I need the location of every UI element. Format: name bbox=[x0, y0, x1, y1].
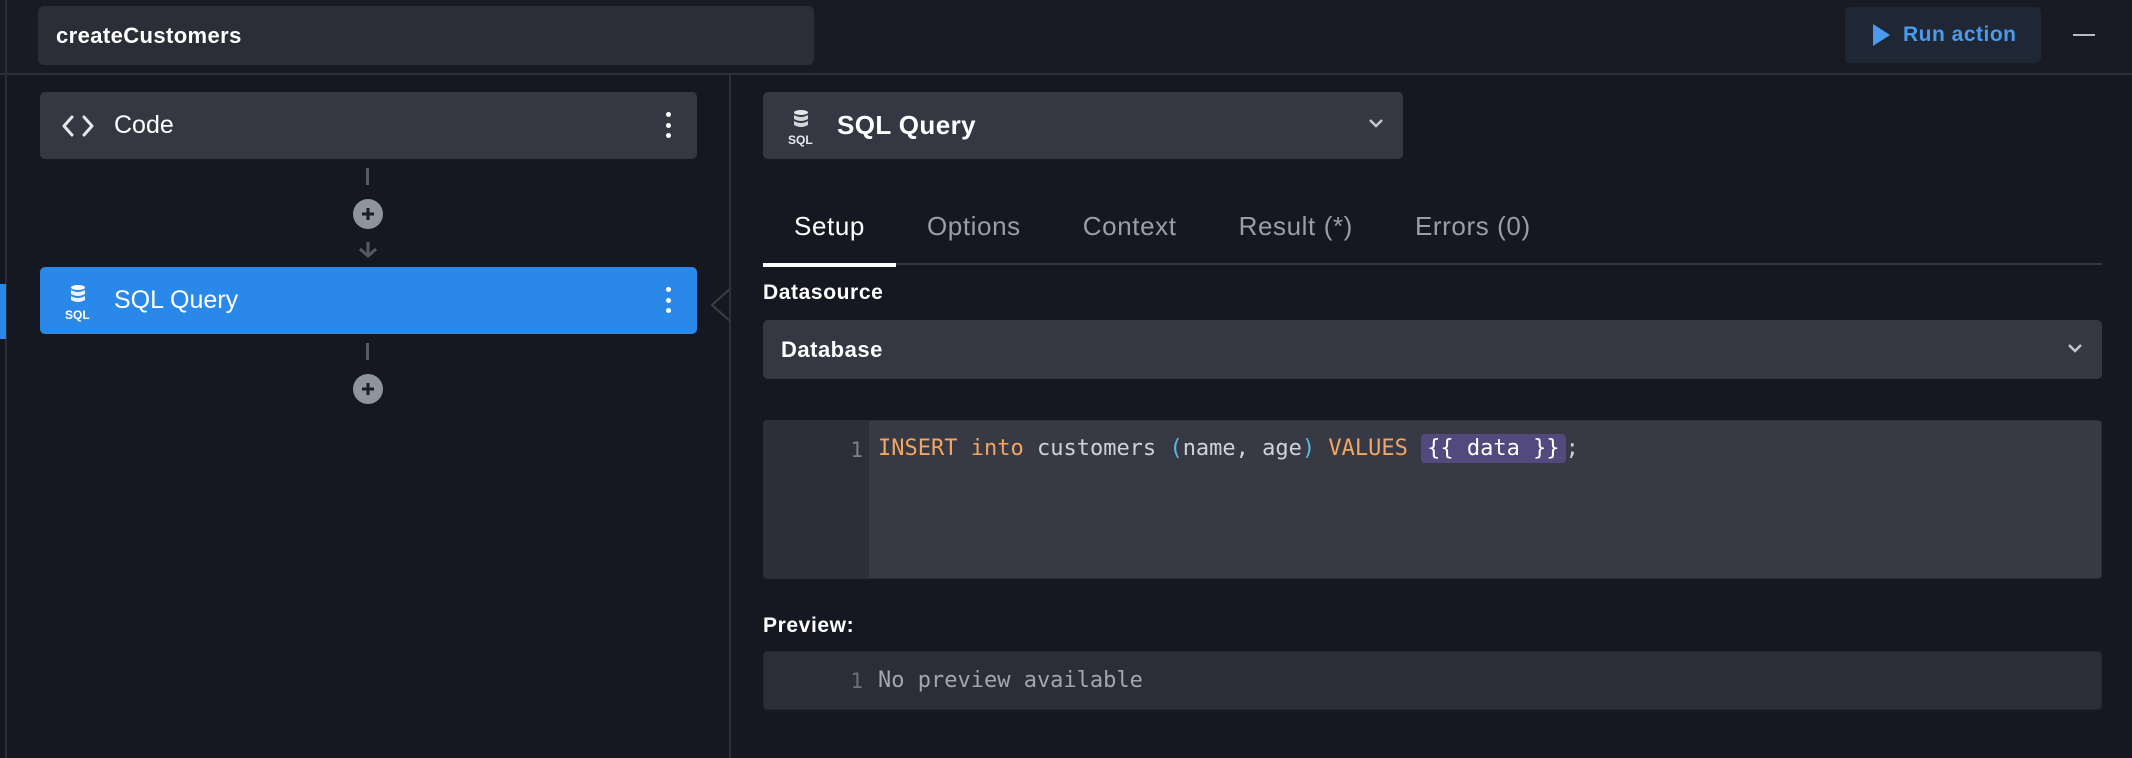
connector-line bbox=[366, 343, 369, 360]
action-name-input[interactable]: createCustomers bbox=[38, 6, 814, 65]
code-icon bbox=[60, 108, 96, 144]
step-label-sql-query: SQL Query bbox=[114, 286, 239, 314]
run-action-label: Run action bbox=[1903, 23, 2017, 46]
add-step-button[interactable] bbox=[353, 199, 383, 229]
preview-text: No preview available bbox=[878, 668, 1143, 693]
preview-label: Preview: bbox=[763, 614, 855, 637]
tab-errors[interactable]: Errors (0) bbox=[1384, 195, 1562, 265]
editor-gutter: 1 bbox=[764, 421, 869, 578]
keyword-insert: INSERT bbox=[878, 436, 958, 461]
add-step-button[interactable] bbox=[353, 374, 383, 404]
semicolon: ; bbox=[1565, 436, 1579, 461]
keyword-values: VALUES bbox=[1328, 436, 1408, 461]
chevron-down-icon bbox=[1369, 119, 1383, 128]
step-card-code[interactable]: Code bbox=[40, 92, 697, 159]
open-paren: ( bbox=[1169, 436, 1183, 461]
tab-setup[interactable]: Setup bbox=[763, 195, 896, 267]
preview-gutter: 1 bbox=[764, 652, 869, 709]
connector-line bbox=[366, 168, 369, 185]
datasource-label: Datasource bbox=[763, 281, 884, 304]
active-step-marker bbox=[0, 284, 6, 339]
column-list: name, age bbox=[1182, 436, 1302, 461]
table-name: customers bbox=[1036, 436, 1157, 461]
top-bar: createCustomers Run action bbox=[0, 0, 2132, 75]
sql-code-editor[interactable]: 1 INSERT into customers (name, age) VALU… bbox=[763, 420, 2102, 579]
play-icon bbox=[1873, 24, 1890, 46]
line-number: 1 bbox=[850, 438, 863, 462]
plus-icon bbox=[362, 208, 374, 220]
template-expression: {{ data }} bbox=[1421, 434, 1566, 463]
step-type-select[interactable]: SQL Query bbox=[763, 92, 1403, 159]
line-number: 1 bbox=[850, 669, 863, 693]
editor-tabs: Setup Options Context Result (*) Errors … bbox=[763, 195, 2102, 267]
tab-context[interactable]: Context bbox=[1052, 195, 1208, 265]
preview-panel: 1 No preview available bbox=[763, 651, 2102, 710]
step-type-label: SQL Query bbox=[837, 110, 976, 140]
left-edge-divider bbox=[0, 0, 7, 758]
step-label-code: Code bbox=[114, 111, 174, 139]
kebab-menu-icon[interactable] bbox=[665, 287, 671, 313]
plus-icon bbox=[362, 383, 374, 395]
datasource-value: Database bbox=[781, 337, 883, 362]
tab-options[interactable]: Options bbox=[896, 195, 1052, 265]
kebab-menu-icon[interactable] bbox=[665, 112, 671, 138]
step-card-sql-query[interactable]: SQL Query bbox=[40, 267, 697, 334]
close-paren: ) bbox=[1301, 436, 1316, 461]
chevron-down-icon bbox=[2068, 344, 2082, 353]
keyword-into: into bbox=[970, 436, 1024, 461]
datasource-select[interactable]: Database bbox=[763, 320, 2102, 379]
arrow-down-icon bbox=[359, 242, 377, 258]
sql-icon-text: SQL bbox=[788, 133, 813, 147]
code-line[interactable]: INSERT into customers (name, age) VALUES… bbox=[878, 434, 1579, 463]
sql-icon-text: SQL bbox=[65, 308, 90, 322]
tab-result[interactable]: Result (*) bbox=[1208, 195, 1384, 265]
minimize-icon[interactable] bbox=[2073, 34, 2095, 36]
run-action-button[interactable]: Run action bbox=[1845, 7, 2041, 63]
panel-divider bbox=[729, 75, 731, 758]
